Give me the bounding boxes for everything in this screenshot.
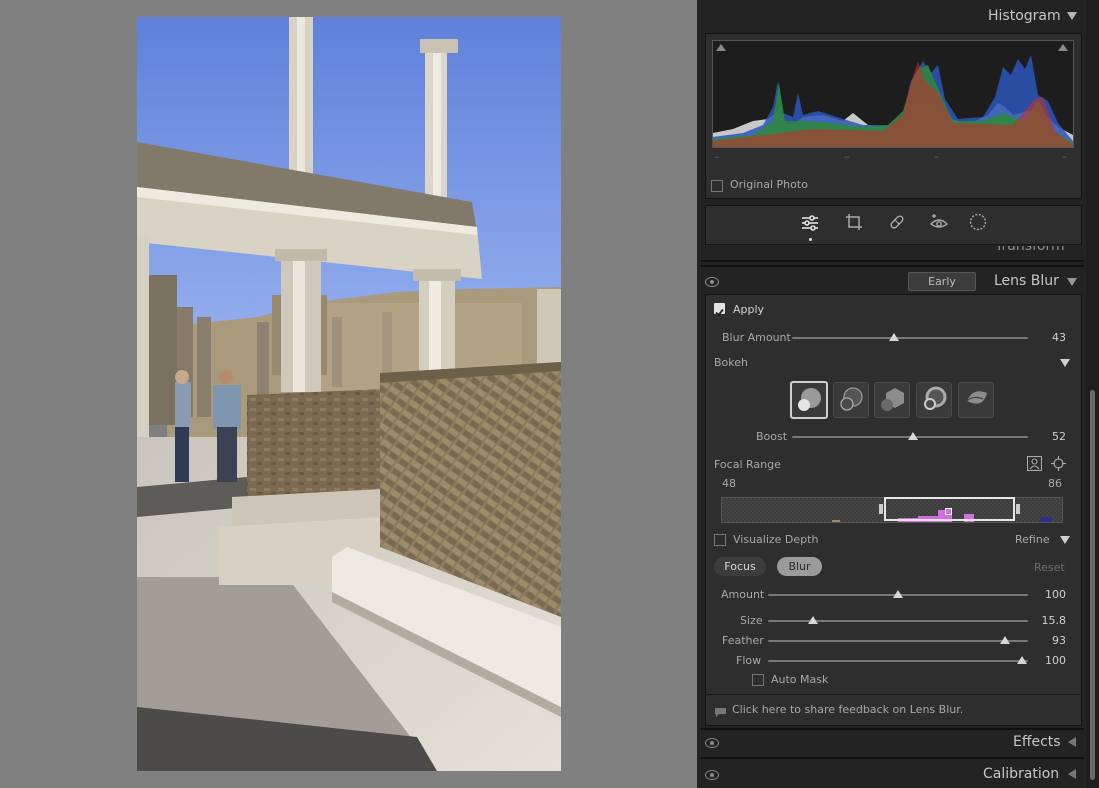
flow-slider[interactable]: [768, 660, 1028, 662]
calibration-visibility-icon[interactable]: [705, 770, 719, 780]
bokeh-cateye-button[interactable]: [958, 382, 994, 418]
size-slider-thumb[interactable]: [808, 616, 818, 624]
flow-label: Flow: [736, 654, 762, 667]
bokeh-circle-button[interactable]: [790, 381, 828, 419]
bokeh-ring-button[interactable]: [916, 382, 952, 418]
effects-visibility-icon[interactable]: [705, 738, 719, 748]
feedback-icon: [714, 703, 727, 717]
bokeh-blade-button[interactable]: [874, 382, 910, 418]
visualize-depth-label: Visualize Depth: [733, 533, 819, 546]
size-slider[interactable]: [768, 620, 1028, 622]
flow-value[interactable]: 100: [1026, 654, 1066, 667]
feather-label: Feather: [722, 634, 764, 647]
refine-label[interactable]: Refine: [1015, 533, 1050, 546]
photo-preview[interactable]: [137, 17, 561, 771]
visualize-depth-checkbox[interactable]: [714, 534, 726, 546]
effects-expand-icon[interactable]: [1068, 737, 1076, 747]
feedback-divider: [705, 694, 1080, 695]
bokeh-label: Bokeh: [714, 356, 748, 369]
early-access-badge: Early Access: [908, 272, 976, 305]
focus-brush-button[interactable]: Focus: [714, 557, 766, 576]
blur-amount-label: Blur Amount: [722, 331, 791, 344]
focal-range-label: Focal Range: [714, 458, 781, 471]
size-label: Size: [740, 614, 763, 627]
focal-range-max: 86: [1048, 477, 1062, 490]
edit-icon[interactable]: [801, 214, 819, 232]
point-focus-icon[interactable]: [1051, 456, 1066, 471]
lens-blur-title[interactable]: Lens Blur: [994, 273, 1059, 289]
focal-range-right-handle[interactable]: [1016, 504, 1020, 514]
histogram-tick-3: –: [934, 150, 940, 163]
apply-label: Apply: [733, 303, 765, 316]
blur-brush-button[interactable]: Blur: [777, 557, 822, 576]
highlight-clipping-icon[interactable]: [1058, 44, 1068, 51]
histogram-collapse-icon[interactable]: [1067, 12, 1077, 20]
boost-value[interactable]: 52: [1026, 430, 1066, 443]
photo-canvas[interactable]: [0, 0, 697, 788]
section-divider: [700, 757, 1084, 759]
reset-button[interactable]: Reset: [1034, 561, 1065, 574]
amount-value[interactable]: 100: [1026, 588, 1066, 601]
auto-mask-label: Auto Mask: [771, 673, 829, 686]
histogram-title[interactable]: Histogram: [988, 8, 1061, 24]
bokeh-bubble-button[interactable]: [833, 382, 869, 418]
feedback-link[interactable]: Click here to share feedback on Lens Blu…: [732, 703, 963, 716]
panel-scrollbar-thumb[interactable]: [1090, 390, 1095, 780]
focal-range-left-handle[interactable]: [879, 504, 883, 514]
subject-focus-icon[interactable]: [1026, 455, 1043, 472]
blur-amount-value[interactable]: 43: [1026, 331, 1066, 344]
histogram-tick-1: –: [714, 150, 720, 163]
effects-title[interactable]: Effects: [1013, 734, 1061, 750]
apply-checkbox[interactable]: [714, 303, 725, 317]
heal-icon[interactable]: [888, 213, 906, 231]
blur-amount-slider[interactable]: [792, 337, 1028, 339]
feather-slider[interactable]: [768, 640, 1028, 642]
histogram-tick-2: –: [844, 150, 850, 163]
size-value[interactable]: 15.8: [1026, 614, 1067, 627]
shadow-clipping-icon[interactable]: [716, 44, 726, 51]
original-photo-checkbox[interactable]: [711, 180, 723, 192]
feather-slider-thumb[interactable]: [1000, 636, 1010, 644]
section-divider: [700, 265, 1084, 267]
blur-amount-slider-thumb[interactable]: [889, 333, 899, 341]
transform-section-header[interactable]: Transform: [700, 246, 1084, 260]
calibration-title[interactable]: Calibration: [983, 766, 1059, 782]
feather-value[interactable]: 93: [1026, 634, 1066, 647]
active-tool-indicator: [809, 238, 812, 241]
section-divider: [700, 260, 1084, 262]
auto-mask-checkbox[interactable]: [752, 674, 764, 686]
section-divider: [700, 728, 1084, 730]
pompeii-ruins-image: [137, 17, 561, 771]
histogram-graph[interactable]: [712, 40, 1074, 148]
masking-icon[interactable]: [969, 213, 987, 231]
crop-icon[interactable]: [845, 213, 863, 231]
redeye-icon[interactable]: [929, 213, 949, 231]
histogram-tick-4: –: [1062, 150, 1068, 163]
transform-title: Transform: [995, 246, 1065, 254]
amount-label: Amount: [721, 588, 765, 601]
original-photo-label: Original Photo: [730, 178, 808, 191]
boost-label: Boost: [756, 430, 788, 443]
focal-range-min: 48: [722, 477, 736, 490]
lens-blur-visibility-icon[interactable]: [705, 277, 719, 287]
focal-point-marker[interactable]: [945, 508, 952, 515]
refine-expand-icon[interactable]: [1060, 536, 1070, 544]
amount-slider-thumb[interactable]: [893, 590, 903, 598]
calibration-expand-icon[interactable]: [1068, 769, 1076, 779]
lens-blur-collapse-icon[interactable]: [1067, 278, 1077, 286]
boost-slider-thumb[interactable]: [908, 432, 918, 440]
bokeh-expand-icon[interactable]: [1060, 359, 1070, 367]
